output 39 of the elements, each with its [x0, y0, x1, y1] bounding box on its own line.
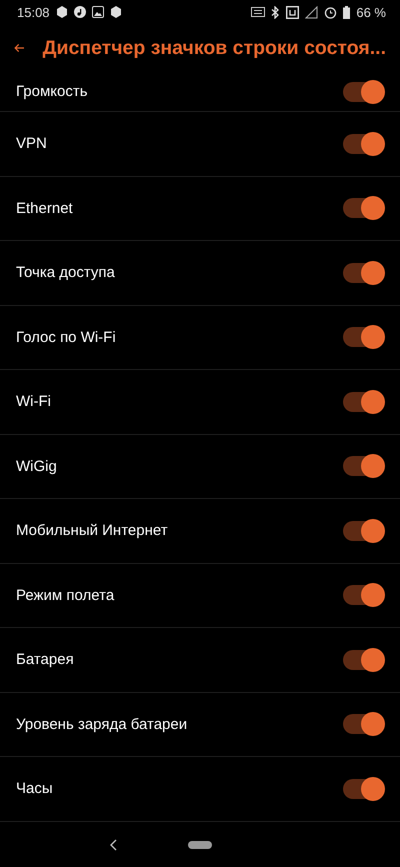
toggle-switch[interactable] [343, 134, 383, 154]
bluetooth-icon [271, 6, 280, 18]
back-icon[interactable] [110, 838, 118, 850]
setting-label: Мобильный Интернет [16, 522, 169, 540]
page-title: Диспетчер значков строки состоя... [42, 36, 386, 60]
toggle-switch[interactable] [343, 392, 383, 412]
image-icon [92, 6, 104, 18]
setting-label: Wi-Fi [16, 393, 52, 410]
clock-time: 15:08 [17, 4, 50, 20]
toggle-switch[interactable] [343, 198, 383, 218]
setting-label: Ethernet [16, 200, 74, 217]
notification-icon [56, 6, 68, 18]
toggle-switch[interactable] [343, 650, 383, 670]
toggle-switch[interactable] [343, 585, 383, 606]
setting-label: Точка доступа [16, 264, 116, 282]
toggle-switch[interactable] [343, 327, 383, 348]
setting-label: Голос по Wi-Fi [16, 328, 117, 346]
setting-label: Часы [16, 780, 54, 798]
notification-icon [110, 6, 122, 18]
setting-label: Батарея [16, 651, 75, 668]
keyboard-icon [251, 7, 266, 17]
home-handle[interactable] [188, 840, 212, 848]
setting-label: Громкость [16, 83, 89, 100]
setting-label: Режим полета [16, 586, 116, 604]
toggle-switch[interactable] [343, 778, 383, 799]
battery-percent: 66 % [356, 4, 386, 20]
setting-label: WiGig [16, 458, 58, 475]
toggle-switch[interactable] [343, 714, 383, 734]
setting-label: VPN [16, 135, 48, 152]
signal-icon [305, 6, 318, 18]
toggle-switch[interactable] [343, 262, 383, 283]
alarm-icon [324, 6, 338, 18]
music-icon [74, 6, 86, 18]
toggle-switch[interactable] [343, 456, 383, 476]
toggle-switch[interactable] [343, 82, 383, 102]
setting-label: Уровень заряда батареи [16, 716, 188, 733]
nfc-icon [286, 6, 300, 18]
battery-icon [343, 6, 350, 18]
toggle-switch[interactable] [343, 520, 383, 541]
